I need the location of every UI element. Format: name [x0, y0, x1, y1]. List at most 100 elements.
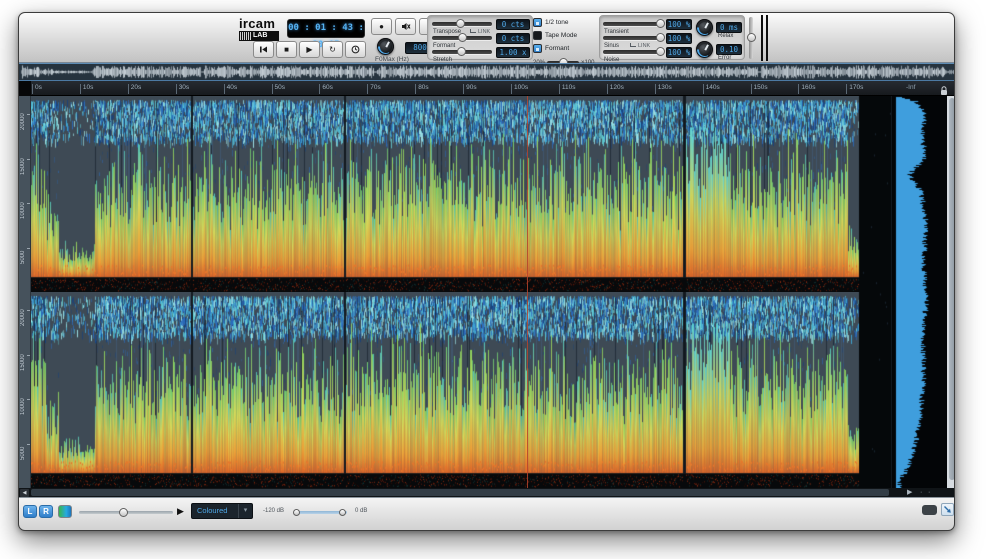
- chevron-down-icon: ▾: [238, 504, 252, 518]
- relax-value: 0 ms: [716, 22, 742, 33]
- mode-options: 1/2 tone Tape Mode Formant 20% ×100: [533, 17, 595, 69]
- formant-checkbox[interactable]: [533, 44, 542, 53]
- contrast-slider-thumb[interactable]: [119, 508, 128, 517]
- logo-text: ircam: [239, 17, 285, 30]
- overview-waveform-strip[interactable]: [19, 63, 955, 81]
- scroll-dot2-icon[interactable]: ·: [928, 488, 930, 497]
- bottom-toolbar: L R ▶ Coloured ▾ -120 dB 0 dB: [19, 497, 955, 531]
- left-channel-button[interactable]: L: [23, 505, 37, 518]
- toolbar-vertical-slider-thumb[interactable]: [747, 33, 756, 42]
- scroll-left-icon: ◀: [23, 490, 27, 496]
- ruler-tick-label: 160s: [801, 84, 815, 91]
- colormap-icon[interactable]: [58, 505, 72, 518]
- horizontal-scrollbar-thumb[interactable]: [31, 489, 889, 496]
- transpose-slider-thumb[interactable]: [456, 19, 465, 28]
- freq-axis-tick: [27, 399, 30, 400]
- clock-icon: [351, 45, 360, 54]
- ruler-tick-label: 40s: [227, 84, 237, 91]
- spectrogram-left-channel[interactable]: [31, 96, 891, 292]
- relax-knob[interactable]: [696, 19, 713, 36]
- ruler-tick-label: 140s: [706, 84, 720, 91]
- spectrum-canvas: [892, 96, 948, 488]
- resize-grip-icon[interactable]: [941, 503, 954, 516]
- formant-slider[interactable]: [432, 36, 492, 40]
- right-channel-button[interactable]: R: [39, 505, 53, 518]
- ruler-tick-label: 100s: [514, 84, 528, 91]
- ruler-tick-label: 70s: [370, 84, 380, 91]
- formant-option[interactable]: Formant: [533, 43, 595, 54]
- freq-axis-tick: [27, 444, 30, 445]
- freq-axis-label: 10000: [18, 189, 28, 219]
- overview-waveform-canvas[interactable]: [19, 64, 955, 80]
- ruler-tick-label: 110s: [562, 84, 576, 91]
- ruler-tick-label: 80s: [418, 84, 428, 91]
- db-range-max-thumb[interactable]: [339, 509, 346, 516]
- stretch-slider[interactable]: [432, 50, 492, 54]
- app-window: ircam LAB 00 : 01 : 43 : 20.05 ■ ▶ ↻ ● ↓…: [18, 12, 955, 531]
- triangle-marker-icon[interactable]: ▶: [177, 506, 184, 517]
- formant-slider-thumb[interactable]: [458, 33, 467, 42]
- error-knob[interactable]: [696, 41, 713, 58]
- rewind-icon: [259, 45, 268, 54]
- transient-slider[interactable]: [603, 22, 663, 26]
- tapemode-label: Tape Mode: [545, 32, 577, 39]
- f0max-knob[interactable]: [377, 38, 394, 55]
- spectrogram-right-channel[interactable]: [31, 292, 891, 488]
- time-ruler[interactable]: -Inf 0s10s20s30s40s50s60s70s80s90s100s11…: [19, 81, 955, 96]
- contrast-slider[interactable]: [79, 511, 173, 514]
- tapemode-option[interactable]: Tape Mode: [533, 30, 595, 41]
- play-button[interactable]: ▶: [299, 41, 320, 58]
- colormap-select[interactable]: Coloured ▾: [191, 503, 253, 519]
- noise-value: 100 %: [666, 47, 692, 58]
- transient-slider-thumb[interactable]: [656, 19, 665, 28]
- scroll-left-button[interactable]: ◀: [20, 489, 29, 497]
- record-button[interactable]: ●: [371, 18, 392, 35]
- db-range-min-thumb[interactable]: [293, 509, 300, 516]
- noise-slider[interactable]: [603, 50, 663, 54]
- f0max-control: [377, 38, 394, 55]
- freq-axis-tick: [27, 203, 30, 204]
- freq-axis-tick: [27, 114, 30, 115]
- ruler-tick-label: 20s: [131, 84, 141, 91]
- freq-axis-tick: [27, 355, 30, 356]
- transpose-value: 0 cts: [496, 19, 530, 30]
- ruler-tick-label: 50s: [275, 84, 285, 91]
- sinus-slider[interactable]: [603, 36, 663, 40]
- tapemode-checkbox[interactable]: [533, 31, 542, 40]
- stretch-slider-thumb[interactable]: [457, 47, 466, 56]
- scroll-dot-icon[interactable]: ·: [920, 488, 922, 497]
- scroll-right-icon[interactable]: ▶: [907, 488, 912, 497]
- top-toolbar: ircam LAB 00 : 01 : 43 : 20.05 ■ ▶ ↻ ● ↓…: [19, 13, 955, 63]
- vertical-scrollbar-thumb[interactable]: [949, 98, 955, 480]
- engine-panel: 100 % Transient 100 % Sinus LINK 100 % N…: [599, 15, 745, 60]
- formant-value: 0 cts: [496, 33, 530, 44]
- noise-slider-thumb[interactable]: [656, 47, 665, 56]
- halftone-option[interactable]: 1/2 tone: [533, 17, 595, 28]
- ruler-tick-label: 10s: [83, 84, 93, 91]
- page-background: ircam LAB 00 : 01 : 43 : 20.05 ■ ▶ ↻ ● ↓…: [0, 0, 992, 559]
- spectrogram-view[interactable]: [31, 96, 891, 488]
- db-range-slider[interactable]: [295, 511, 347, 514]
- vertical-scrollbar[interactable]: [947, 96, 955, 488]
- comment-icon[interactable]: [922, 505, 937, 515]
- ruler-tick-label: 130s: [658, 84, 672, 91]
- mute-button[interactable]: [395, 18, 416, 35]
- loop-button[interactable]: ↻: [322, 41, 343, 58]
- freq-axis-label: 5000: [18, 430, 28, 460]
- rewind-button[interactable]: [253, 41, 274, 58]
- play-icon: ▶: [306, 45, 312, 54]
- toolbar-grip-handle[interactable]: [761, 15, 769, 61]
- freq-axis-label: 10000: [18, 385, 28, 415]
- freq-axis-label: 15000: [18, 145, 28, 175]
- stop-button[interactable]: ■: [276, 41, 297, 58]
- transient-value: 100 %: [666, 19, 692, 30]
- transpose-slider[interactable]: [432, 22, 492, 26]
- frequency-axis: 20000150001000050002000015000100005000: [19, 96, 31, 488]
- toolbar-vertical-slider[interactable]: [749, 17, 753, 59]
- clock-button[interactable]: [345, 41, 366, 58]
- record-icon: ●: [379, 22, 384, 31]
- playhead-cursor[interactable]: [527, 96, 528, 488]
- halftone-checkbox[interactable]: [533, 18, 542, 27]
- horizontal-scrollbar[interactable]: ◀ ▶ · ·: [19, 488, 955, 497]
- sinus-slider-thumb[interactable]: [656, 33, 665, 42]
